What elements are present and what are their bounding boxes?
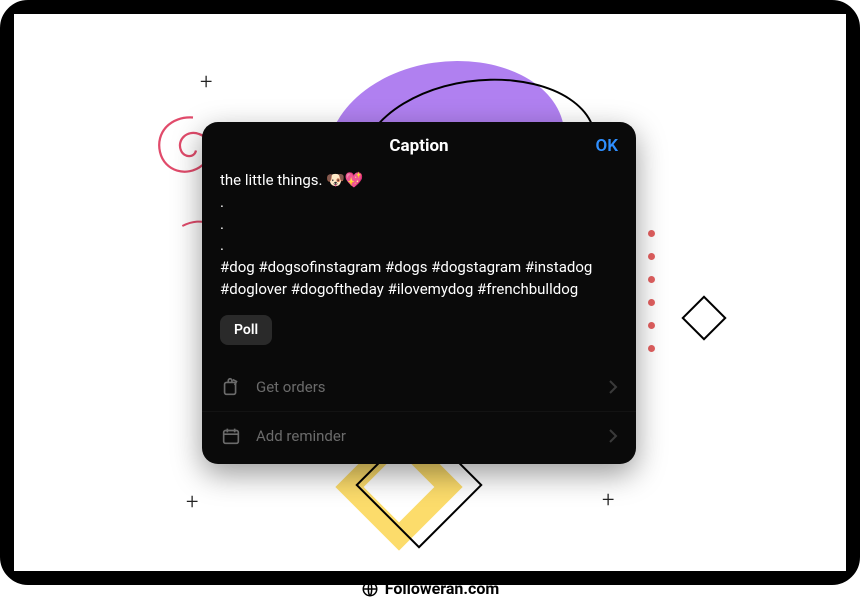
poll-button[interactable]: Poll: [220, 315, 272, 345]
plus-icon: +: [602, 490, 614, 512]
plus-icon: +: [186, 492, 198, 514]
caption-text-content: the little things. 🐶💖 . . . #dog #dogsof…: [220, 171, 596, 298]
modal-title: Caption: [389, 136, 448, 156]
chevron-right-icon: [608, 428, 618, 444]
brand-footer: Followeran.com: [0, 579, 860, 598]
globe-icon: [361, 580, 379, 598]
caption-textarea[interactable]: the little things. 🐶💖 . . . #dog #dogsof…: [202, 166, 636, 301]
decoration-diamond-small: [681, 295, 726, 340]
add-reminder-label: Add reminder: [256, 427, 608, 445]
plus-icon: +: [200, 72, 212, 94]
orders-icon: [220, 376, 242, 398]
calendar-icon: [220, 425, 242, 447]
ok-button[interactable]: OK: [596, 136, 619, 156]
add-reminder-row[interactable]: Add reminder: [202, 411, 636, 460]
canvas: + + + Caption OK the little things. 🐶💖 .…: [14, 14, 846, 571]
get-orders-label: Get orders: [256, 378, 608, 396]
get-orders-row[interactable]: Get orders: [202, 363, 636, 411]
modal-header: Caption OK: [202, 122, 636, 166]
decoration-dots: [648, 230, 655, 352]
brand-text: Followeran.com: [385, 579, 500, 598]
caption-modal: Caption OK the little things. 🐶💖 . . . #…: [202, 122, 636, 464]
chevron-right-icon: [608, 379, 618, 395]
